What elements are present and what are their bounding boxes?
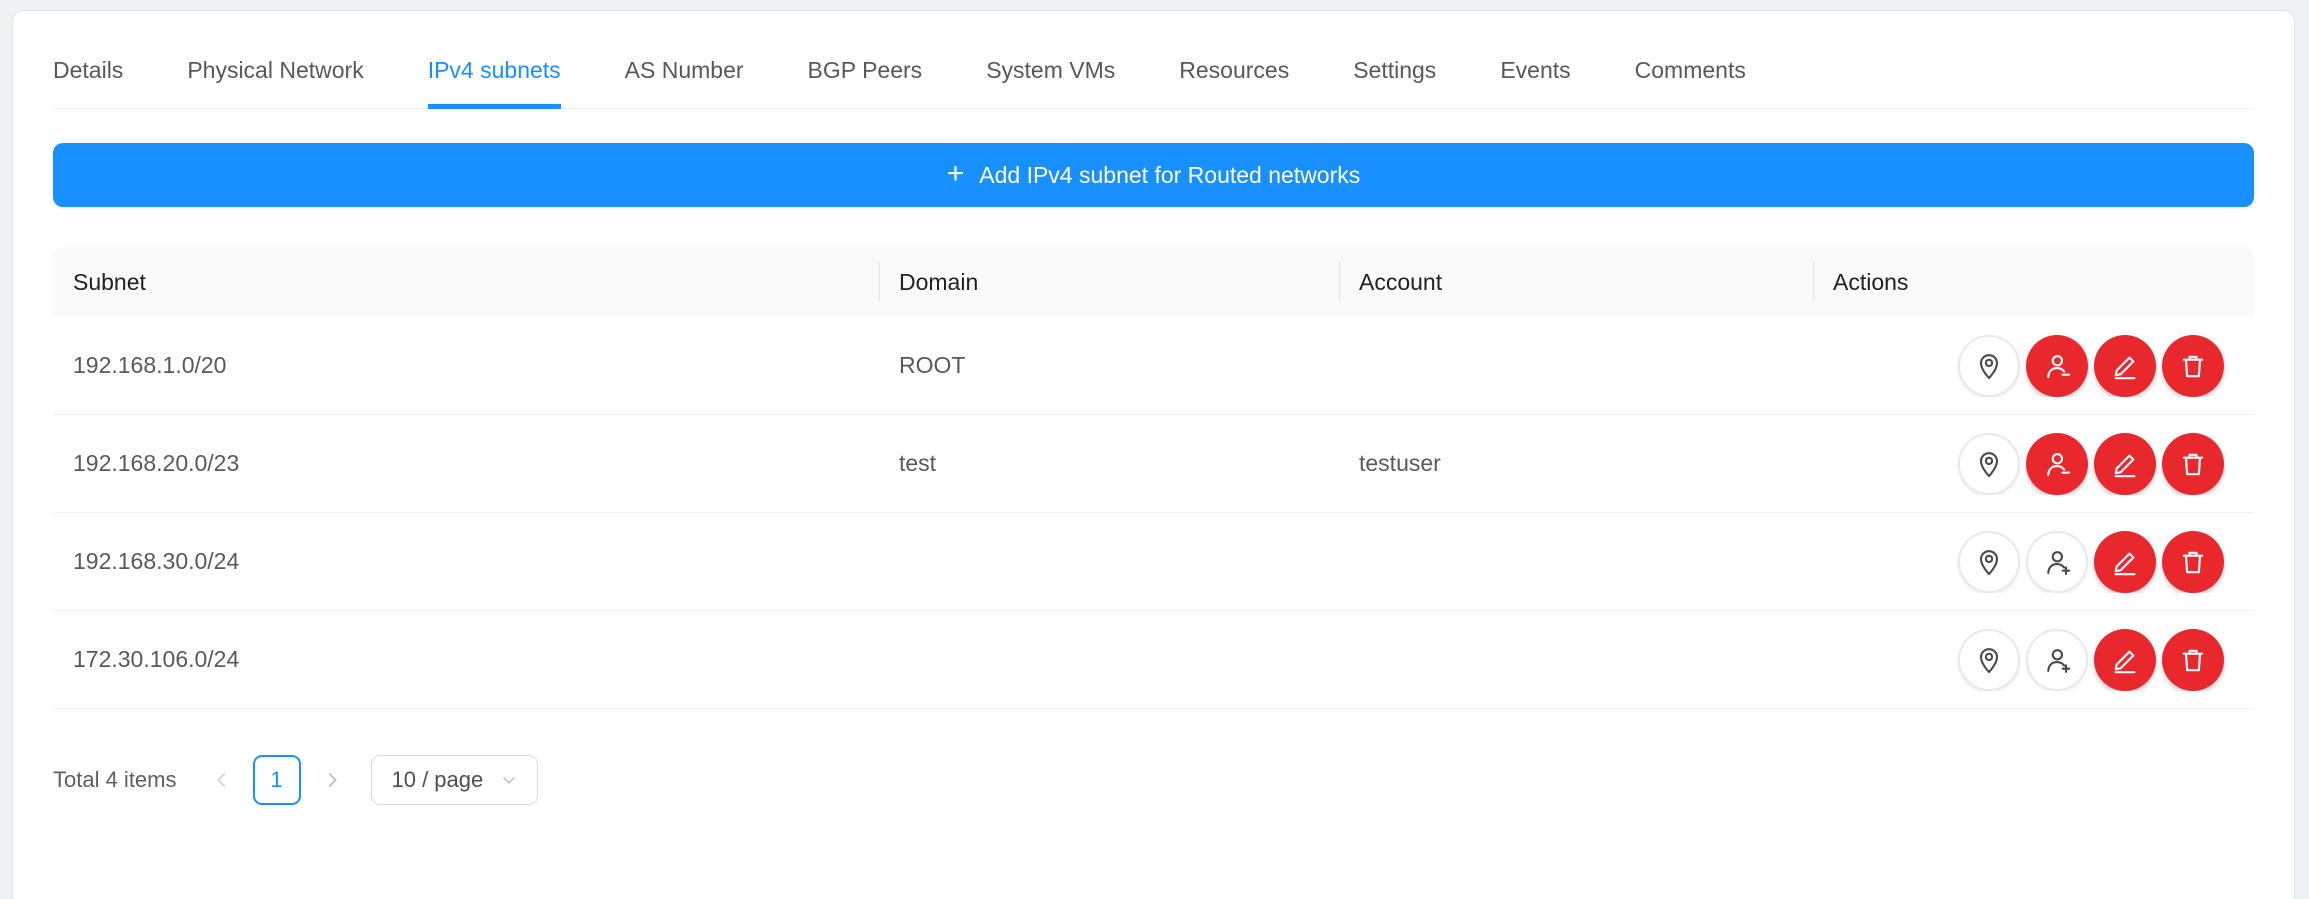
edit-subnet-button[interactable]	[2094, 433, 2156, 495]
actions-cell	[1813, 335, 2254, 397]
account-cell: testuser	[1339, 450, 1813, 477]
delete-subnet-button[interactable]	[2162, 629, 2224, 691]
tab-comments[interactable]: Comments	[1635, 37, 1746, 108]
edit-pencil-icon	[2110, 449, 2140, 479]
tab-settings[interactable]: Settings	[1353, 37, 1436, 108]
location-button[interactable]	[1958, 433, 2020, 495]
add-account-button[interactable]	[2026, 531, 2088, 593]
edit-pencil-icon	[2110, 645, 2140, 675]
page-size-select[interactable]: 10 / page	[371, 755, 539, 805]
location-pin-icon	[1974, 351, 2004, 381]
subnet-cell: 192.168.30.0/24	[53, 548, 879, 575]
column-header-account: Account	[1339, 247, 1813, 317]
tab-physical-network[interactable]: Physical Network	[187, 37, 363, 108]
tab-system-vms[interactable]: System VMs	[986, 37, 1115, 108]
location-pin-icon	[1974, 645, 2004, 675]
edit-subnet-button[interactable]	[2094, 629, 2156, 691]
location-button[interactable]	[1958, 531, 2020, 593]
trash-icon	[2178, 449, 2208, 479]
page-number-button[interactable]: 1	[253, 755, 301, 805]
add-ipv4-subnet-button[interactable]: + Add IPv4 subnet for Routed networks	[53, 143, 2254, 207]
edit-pencil-icon	[2110, 351, 2140, 381]
ipv4-subnets-table: Subnet Domain Account Actions 192.168.1.…	[53, 247, 2254, 709]
delete-subnet-button[interactable]	[2162, 433, 2224, 495]
plus-icon: +	[947, 159, 965, 189]
location-button[interactable]	[1958, 629, 2020, 691]
tab-as-number[interactable]: AS Number	[625, 37, 744, 108]
page-size-label: 10 / page	[392, 767, 484, 793]
remove-account-button[interactable]	[2026, 433, 2088, 495]
location-pin-icon	[1974, 547, 2004, 577]
actions-cell	[1813, 629, 2254, 691]
edit-pencil-icon	[2110, 547, 2140, 577]
tab-details[interactable]: Details	[53, 37, 123, 108]
table-row: 172.30.106.0/24	[53, 611, 2254, 709]
chevron-down-icon	[499, 770, 519, 790]
actions-cell	[1813, 531, 2254, 593]
tab-resources[interactable]: Resources	[1179, 37, 1289, 108]
delete-subnet-button[interactable]	[2162, 531, 2224, 593]
trash-icon	[2178, 645, 2208, 675]
table-header-row: Subnet Domain Account Actions	[53, 247, 2254, 317]
edit-subnet-button[interactable]	[2094, 335, 2156, 397]
add-ipv4-subnet-button-label: Add IPv4 subnet for Routed networks	[979, 162, 1360, 189]
total-items-label: Total 4 items	[53, 767, 177, 793]
location-button[interactable]	[1958, 335, 2020, 397]
remove-account-button[interactable]	[2026, 335, 2088, 397]
user-plus-icon	[2042, 645, 2072, 675]
column-header-subnet: Subnet	[53, 247, 879, 317]
user-plus-icon	[2042, 547, 2072, 577]
domain-cell: test	[879, 450, 1339, 477]
chevron-right-icon	[321, 769, 343, 791]
domain-cell: ROOT	[879, 352, 1339, 379]
column-header-actions: Actions	[1813, 247, 2254, 317]
location-pin-icon	[1974, 449, 2004, 479]
actions-cell	[1813, 433, 2254, 495]
add-account-button[interactable]	[2026, 629, 2088, 691]
table-row: 192.168.30.0/24	[53, 513, 2254, 611]
delete-subnet-button[interactable]	[2162, 335, 2224, 397]
tab-bar: Details Physical Network IPv4 subnets AS…	[53, 11, 2254, 109]
user-minus-icon	[2042, 449, 2072, 479]
trash-icon	[2178, 351, 2208, 381]
tab-events[interactable]: Events	[1500, 37, 1570, 108]
next-page-button[interactable]	[315, 755, 349, 805]
network-detail-card: Details Physical Network IPv4 subnets AS…	[12, 10, 2295, 899]
user-minus-icon	[2042, 351, 2072, 381]
column-header-domain: Domain	[879, 247, 1339, 317]
table-row: 192.168.1.0/20 ROOT	[53, 317, 2254, 415]
trash-icon	[2178, 547, 2208, 577]
subnet-cell: 172.30.106.0/24	[53, 646, 879, 673]
subnet-cell: 192.168.1.0/20	[53, 352, 879, 379]
table-row: 192.168.20.0/23 test testuser	[53, 415, 2254, 513]
subnet-cell: 192.168.20.0/23	[53, 450, 879, 477]
chevron-left-icon	[211, 769, 233, 791]
previous-page-button[interactable]	[205, 755, 239, 805]
tab-bgp-peers[interactable]: BGP Peers	[808, 37, 923, 108]
pagination-bar: Total 4 items 1 10 / page	[53, 755, 2254, 805]
edit-subnet-button[interactable]	[2094, 531, 2156, 593]
tab-ipv4-subnets[interactable]: IPv4 subnets	[428, 37, 561, 109]
